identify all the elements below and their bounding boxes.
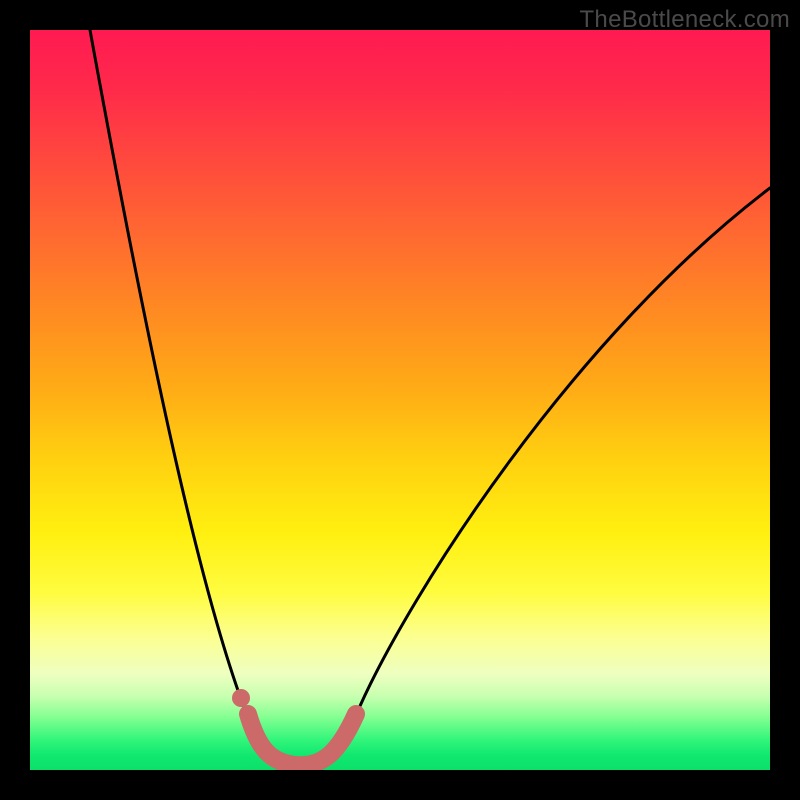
indicator-dot bbox=[232, 689, 250, 707]
watermark-text: TheBottleneck.com bbox=[579, 6, 790, 34]
optimal-range-marker bbox=[248, 714, 356, 765]
bottleneck-curve bbox=[90, 30, 770, 765]
chart-svg bbox=[30, 30, 770, 770]
chart-frame bbox=[30, 30, 770, 770]
